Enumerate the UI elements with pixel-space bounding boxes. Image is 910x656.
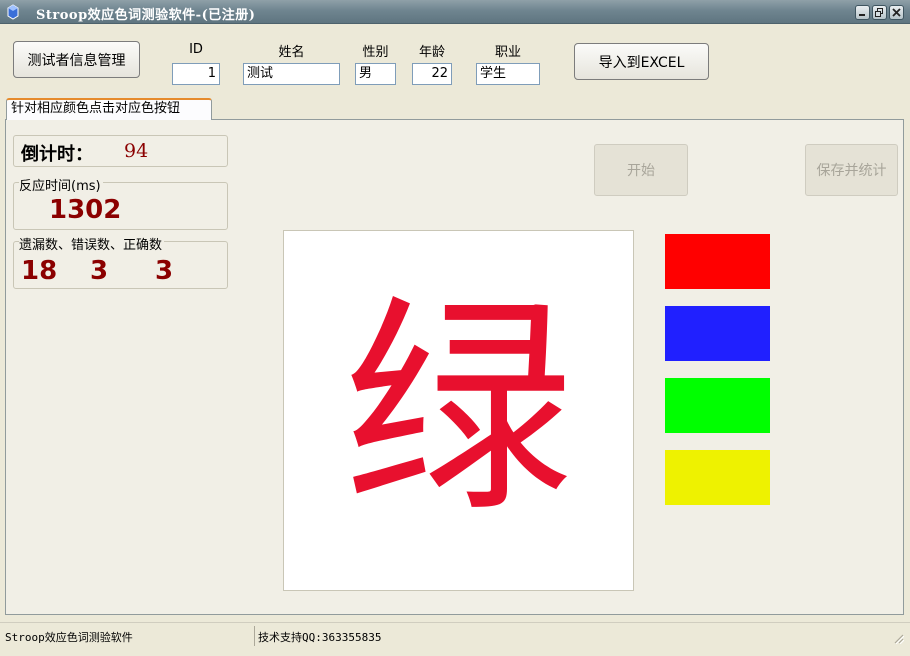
minimize-button[interactable] — [855, 5, 870, 20]
id-label: ID — [189, 42, 203, 57]
color-button-green[interactable] — [665, 378, 770, 433]
resize-grip-icon[interactable] — [892, 632, 904, 644]
omitted-count: 18 — [21, 256, 58, 286]
client-area: 测试者信息管理 ID 1 姓名 测试 性别 男 年龄 22 职业 学生 导入到E… — [0, 24, 910, 656]
manage-testers-button[interactable]: 测试者信息管理 — [13, 41, 140, 78]
gender-label: 性别 — [362, 45, 389, 60]
stimulus-word: 绿 — [343, 276, 574, 544]
age-label: 年龄 — [418, 45, 445, 60]
gender-field[interactable]: 男 — [355, 63, 396, 85]
tab-panel: 倒计时： 94 反应时间(ms) 1302 遗漏数、错误数、正确数 18 3 3… — [5, 119, 904, 615]
counts-title: 遗漏数、错误数、正确数 — [19, 234, 165, 253]
name-label: 姓名 — [278, 45, 305, 60]
counts-box: 遗漏数、错误数、正确数 18 3 3 — [13, 234, 228, 289]
start-button[interactable]: 开始 — [594, 144, 688, 196]
save-statistics-button[interactable]: 保存并统计 — [805, 144, 898, 196]
close-button[interactable] — [889, 5, 904, 20]
name-field[interactable]: 测试 — [243, 63, 340, 85]
countdown-value: 94 — [124, 140, 149, 162]
window-title: Stroop效应色词测验软件-(已注册) — [36, 8, 256, 23]
restore-icon — [875, 8, 883, 17]
close-icon — [892, 8, 901, 17]
status-bar: Stroop效应色词测验软件 技术支持QQ:363355835 — [0, 622, 910, 648]
reaction-time-title: 反应时间(ms) — [19, 175, 103, 194]
color-button-yellow[interactable] — [665, 450, 770, 505]
reaction-time-box: 反应时间(ms) 1302 — [13, 175, 228, 230]
reaction-time-value: 1302 — [49, 195, 122, 225]
countdown-box: 倒计时： 94 — [13, 135, 228, 167]
id-field[interactable]: 1 — [172, 63, 220, 85]
status-app-name: Stroop效应色词测验软件 — [5, 631, 133, 644]
job-field[interactable]: 学生 — [476, 63, 540, 85]
color-button-red[interactable] — [665, 234, 770, 289]
tab-instructions[interactable]: 针对相应颜色点击对应色按钮 — [6, 98, 212, 120]
job-label: 职业 — [494, 45, 521, 60]
restore-button[interactable] — [872, 5, 887, 20]
status-separator — [254, 626, 255, 646]
color-button-blue[interactable] — [665, 306, 770, 361]
correct-count: 3 — [155, 256, 174, 286]
countdown-label: 倒计时： — [21, 144, 93, 165]
stimulus-canvas: 绿 — [283, 230, 634, 591]
minimize-icon — [859, 14, 865, 16]
title-bar[interactable]: Stroop效应色词测验软件-(已注册) — [0, 0, 910, 24]
error-count: 3 — [90, 256, 109, 286]
export-excel-button[interactable]: 导入到EXCEL — [574, 43, 709, 80]
age-field[interactable]: 22 — [412, 63, 452, 85]
app-icon — [7, 4, 19, 20]
status-support: 技术支持QQ:363355835 — [258, 631, 382, 644]
